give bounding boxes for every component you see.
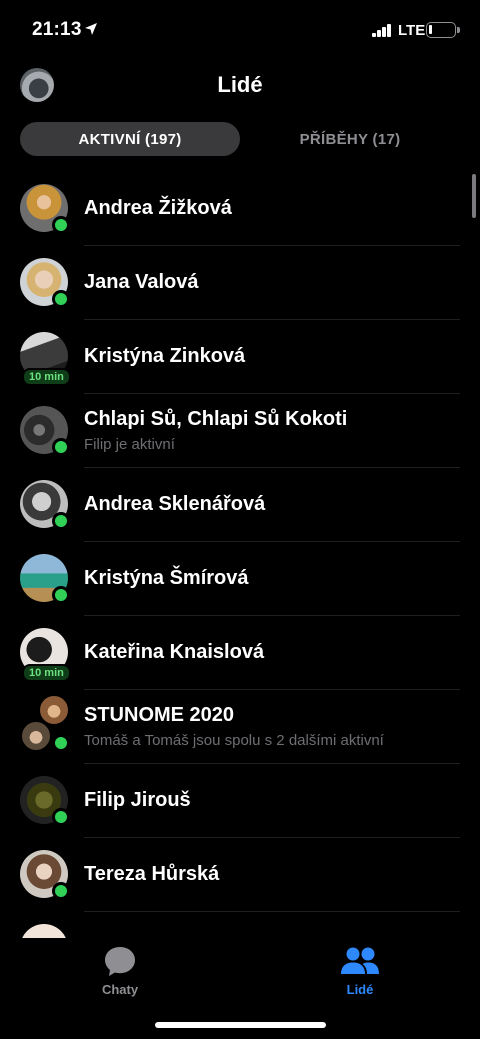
people-list: Andrea Žižková Jana Valová 10 min Kristý…	[0, 172, 480, 938]
status-bar: 21:13 LTE	[0, 0, 480, 60]
online-indicator	[52, 882, 70, 900]
contact-name: Kristýna Šmírová	[84, 567, 249, 589]
tab-active[interactable]: AKTIVNÍ (197)	[20, 122, 240, 156]
tab-chats[interactable]: Chaty	[60, 944, 180, 997]
contact-name: Andrea Sklenářová	[84, 493, 266, 515]
list-item[interactable]: Jana Valová	[0, 246, 480, 320]
avatar	[20, 924, 68, 938]
people-icon	[341, 947, 379, 974]
online-indicator	[52, 586, 70, 604]
contact-name: Chlapi Sů, Chlapi Sů Kokoti	[84, 408, 348, 430]
list-item[interactable]: STUNOME 2020 Tomáš a Tomáš jsou spolu s …	[0, 690, 480, 764]
group-avatar-secondary	[20, 720, 52, 752]
chat-bubble-icon	[105, 947, 135, 976]
contact-name: Andrea Žižková	[84, 197, 232, 219]
list-item[interactable]: 10 min Kristýna Zinková	[0, 320, 480, 394]
online-indicator	[52, 216, 70, 234]
page-title: Lidé	[217, 72, 263, 97]
list-item[interactable]: Andrea Žižková	[0, 172, 480, 246]
network-type: LTE	[398, 22, 426, 39]
home-indicator	[155, 1022, 326, 1028]
tab-stories[interactable]: PŘÍBĚHY (17)	[240, 122, 460, 156]
status-time: 21:13	[32, 19, 82, 40]
segmented-tabs: AKTIVNÍ (197) PŘÍBĚHY (17)	[20, 122, 460, 156]
battery-icon	[426, 22, 460, 38]
tab-people-label: Lidé	[346, 982, 374, 997]
list-item[interactable]: Andrea Sklenářová	[0, 468, 480, 542]
list-item[interactable]: Tereza Hůrská	[0, 838, 480, 912]
contact-subtitle: Filip je aktivní	[84, 436, 175, 453]
tab-people[interactable]: Lidé	[300, 944, 420, 997]
contact-subtitle: Tomáš a Tomáš jsou spolu s 2 dalšími akt…	[84, 732, 384, 749]
list-item[interactable]: 10 min Kateřina Knaislová	[0, 616, 480, 690]
online-indicator	[52, 808, 70, 826]
list-item[interactable]	[0, 912, 480, 938]
online-indicator	[52, 290, 70, 308]
contact-name: Kateřina Knaislová	[84, 641, 265, 663]
location-arrow-icon	[85, 23, 97, 35]
contact-name: Filip Jirouš	[84, 789, 191, 811]
last-active-badge: 10 min	[22, 664, 71, 682]
header: Lidé	[0, 60, 480, 116]
contact-name: Tereza Hůrská	[84, 863, 220, 885]
online-indicator	[52, 734, 70, 752]
online-indicator	[52, 438, 70, 456]
list-item[interactable]: Kristýna Šmírová	[0, 542, 480, 616]
contact-name: STUNOME 2020	[84, 704, 235, 726]
cellular-signal-icon	[372, 24, 392, 37]
last-active-badge: 10 min	[22, 368, 71, 386]
contact-name: Kristýna Zinková	[84, 345, 246, 367]
list-item[interactable]: Chlapi Sů, Chlapi Sů Kokoti Filip je akt…	[0, 394, 480, 468]
online-indicator	[52, 512, 70, 530]
contact-name: Jana Valová	[84, 271, 199, 293]
tab-chats-label: Chaty	[101, 982, 139, 997]
list-item[interactable]: Filip Jirouš	[0, 764, 480, 838]
